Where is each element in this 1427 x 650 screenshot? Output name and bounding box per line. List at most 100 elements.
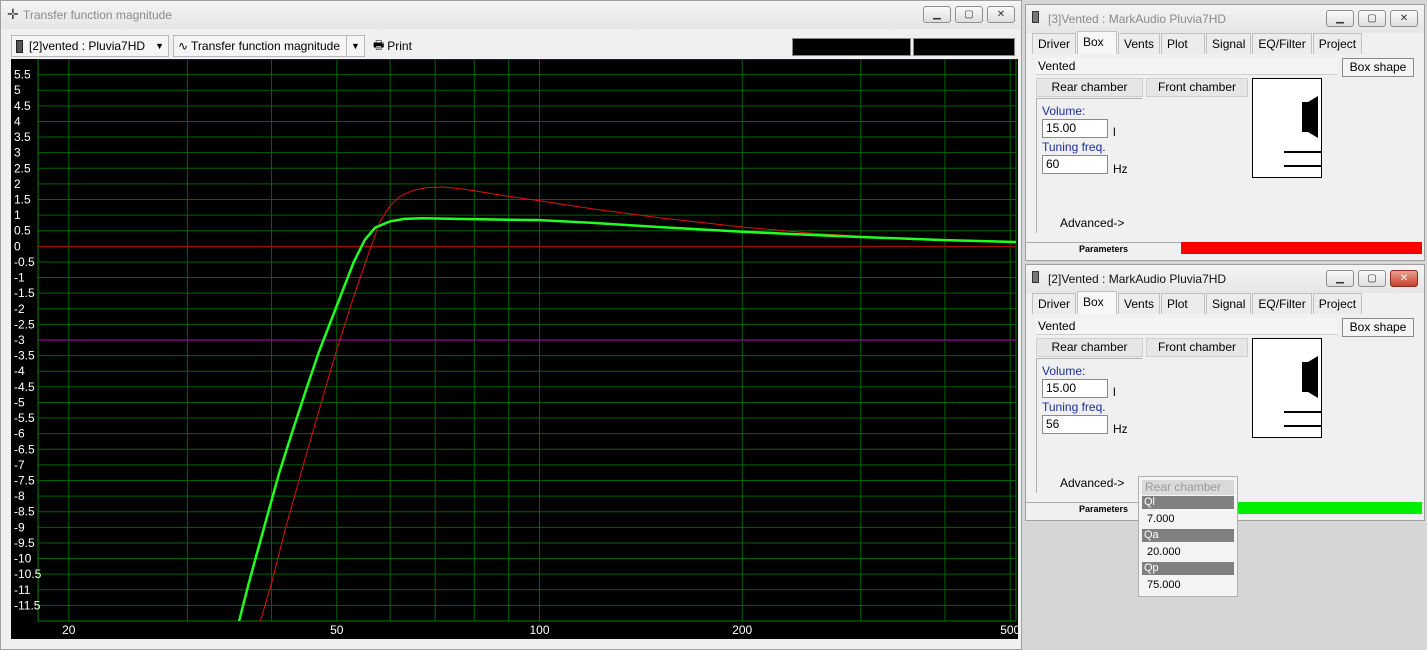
y-tick-label: 1.5 <box>14 193 31 207</box>
maximize-button[interactable]: ▢ <box>955 6 983 23</box>
qp-header: Qp <box>1142 562 1234 575</box>
x-tick-label: 20 <box>62 623 76 637</box>
minimize-button[interactable]: ▁ <box>1326 10 1354 27</box>
y-tick-label: -2 <box>14 302 25 316</box>
driver-select[interactable]: [2]vented : Pluvia7HD ▼ <box>11 35 169 57</box>
y-tick-label: -0.5 <box>14 255 35 269</box>
y-tick-label: 0 <box>14 239 21 253</box>
tab-project[interactable]: Project <box>1312 33 1363 54</box>
minimize-button[interactable]: ▁ <box>1326 270 1354 287</box>
qp-value[interactable]: 75.000 <box>1147 579 1181 591</box>
volume-unit: l <box>1113 385 1116 399</box>
advanced-link[interactable]: Advanced-> <box>1060 216 1124 230</box>
print-button[interactable]: 🖶 Print <box>369 35 416 57</box>
qa-value[interactable]: 20.000 <box>1147 546 1181 558</box>
box-type-field[interactable]: Vented <box>1036 58 1338 75</box>
volume-input[interactable]: 15.00 <box>1042 119 1108 138</box>
tab-vents[interactable]: Vents <box>1118 33 1161 54</box>
tab-eq-filter[interactable]: EQ/Filter <box>1252 33 1312 54</box>
tuning-input[interactable]: 60 <box>1042 155 1108 174</box>
y-tick-label: 4 <box>14 114 21 128</box>
magnitude-chart[interactable]: 5.55 4.54 3.5 32.5 2 1.51 0.50 -0.5 -1-1.5 -2-2.5… <box>11 59 1018 639</box>
tab-driver[interactable]: Driver <box>1032 293 1076 314</box>
chevron-down-icon: ▼ <box>155 41 164 51</box>
volume-unit: l <box>1113 125 1116 139</box>
rear-chamber-button[interactable]: Rear chamber <box>1036 338 1143 357</box>
vented-window-3: [3]Vented : MarkAudio Pluvia7HD ▁ ▢ ✕ Dr… <box>1025 4 1425 261</box>
w2-titlebar[interactable]: [2]Vented : MarkAudio Pluvia7HD ▁ ▢ ✕ <box>1026 265 1424 293</box>
main-window-title: Transfer function magnitude <box>23 8 172 22</box>
speaker-icon <box>16 39 23 53</box>
status-box-1 <box>792 38 911 56</box>
volume-label: Volume: <box>1042 104 1086 118</box>
box-shape-button[interactable]: Box shape <box>1342 318 1414 337</box>
w3-titlebar[interactable]: [3]Vented : MarkAudio Pluvia7HD ▁ ▢ ✕ <box>1026 5 1424 33</box>
main-toolbar: [2]vented : Pluvia7HD ▼ ∿ Transfer funct… <box>11 34 416 58</box>
printer-icon: 🖶 <box>372 37 385 52</box>
tuning-label: Tuning freq. <box>1042 400 1106 414</box>
close-button[interactable]: ✕ <box>987 6 1015 23</box>
status-box-2 <box>913 38 1015 56</box>
driver-select-value: [2]vented : Pluvia7HD <box>29 39 146 53</box>
y-tick-label: -1 <box>14 271 25 285</box>
close-button[interactable]: ✕ <box>1390 270 1418 287</box>
box-type-field[interactable]: Vented <box>1036 318 1338 335</box>
y-tick-label: -10.5 <box>14 567 42 581</box>
y-tick-label: -5 <box>14 395 25 409</box>
y-tick-label: 1 <box>14 208 21 222</box>
minimize-button[interactable]: ▁ <box>923 6 951 23</box>
tab-vents[interactable]: Vents <box>1118 293 1161 314</box>
tab-signal[interactable]: Signal <box>1206 293 1252 314</box>
y-tick-label: -3.5 <box>14 349 35 363</box>
tuning-unit: Hz <box>1113 422 1128 436</box>
tab-signal[interactable]: Signal <box>1206 33 1252 54</box>
crosshair-icon: ✛ <box>7 6 19 22</box>
graph-select[interactable]: ∿ Transfer function magnitude ▼ <box>172 35 365 57</box>
y-tick-label: 2.5 <box>14 161 31 175</box>
y-tick-label: -6 <box>14 427 25 441</box>
box-shape-button[interactable]: Box shape <box>1342 58 1414 77</box>
y-tick-label: -7 <box>14 458 25 472</box>
tab-box[interactable]: Box <box>1077 31 1117 54</box>
y-tick-label: -10 <box>14 552 32 566</box>
box-preview <box>1252 78 1322 178</box>
tab-plot[interactable]: Plot <box>1161 33 1206 54</box>
tab-eq-filter[interactable]: EQ/Filter <box>1252 293 1312 314</box>
main-titlebar[interactable]: ✛ Transfer function magnitude ▁ ▢ ✕ <box>1 1 1021 29</box>
y-tick-label: -3 <box>14 333 25 347</box>
maximize-button[interactable]: ▢ <box>1358 270 1386 287</box>
box-preview <box>1252 338 1322 438</box>
qa-header: Qa <box>1142 529 1234 542</box>
sine-wave-icon: ∿ <box>177 39 189 53</box>
chevron-down-icon: ▼ <box>346 36 364 56</box>
w2-tabs: Driver Box Vents Plot Signal EQ/Filter P… <box>1032 291 1418 314</box>
tab-project[interactable]: Project <box>1312 293 1363 314</box>
parameters-status-fill <box>1181 242 1422 254</box>
close-button[interactable]: ✕ <box>1390 10 1418 27</box>
y-tick-label: -4.5 <box>14 380 35 394</box>
volume-input[interactable]: 15.00 <box>1042 379 1108 398</box>
y-tick-label: -1.5 <box>14 286 35 300</box>
tab-box[interactable]: Box <box>1077 291 1117 314</box>
tab-plot[interactable]: Plot <box>1161 293 1206 314</box>
w3-title: [3]Vented : MarkAudio Pluvia7HD <box>1048 12 1227 26</box>
series-line-green <box>237 216 1016 621</box>
rear-chamber-button[interactable]: Rear chamber <box>1036 78 1143 97</box>
front-chamber-button[interactable]: Front chamber <box>1146 338 1248 357</box>
parameters-bar: Parameters <box>1026 242 1424 254</box>
speaker-icon <box>1032 11 1039 23</box>
advanced-link[interactable]: Advanced-> <box>1060 476 1124 490</box>
tab-driver[interactable]: Driver <box>1032 33 1076 54</box>
ql-header: Ql <box>1142 496 1234 509</box>
x-tick-label: 100 <box>529 623 549 637</box>
y-tick-label: 5 <box>14 83 21 97</box>
x-tick-label: 500 <box>1000 623 1018 637</box>
front-chamber-button[interactable]: Front chamber <box>1146 78 1248 97</box>
tuning-input[interactable]: 56 <box>1042 415 1108 434</box>
y-tick-label: -4 <box>14 364 25 378</box>
y-tick-label: -9.5 <box>14 536 35 550</box>
maximize-button[interactable]: ▢ <box>1358 10 1386 27</box>
ql-value[interactable]: 7.000 <box>1147 513 1175 525</box>
y-tick-label: -9 <box>14 520 25 534</box>
parameters-label: Parameters <box>1026 242 1181 254</box>
